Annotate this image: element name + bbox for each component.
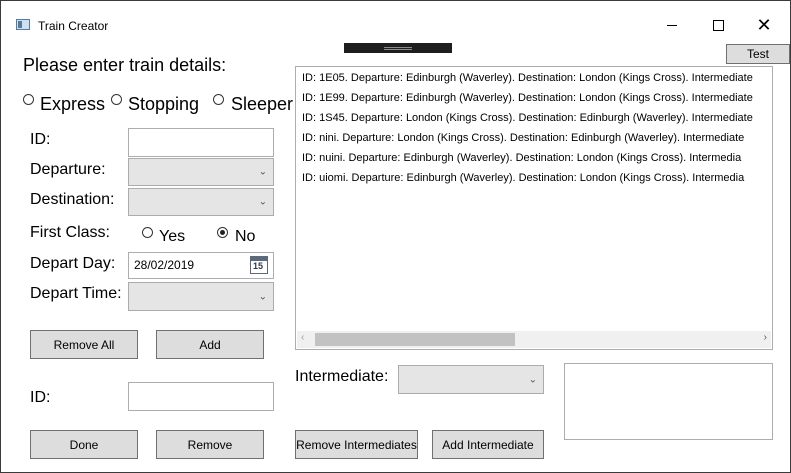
scrollbar-thumb[interactable]	[315, 333, 515, 346]
id-input[interactable]	[128, 128, 274, 157]
close-icon: ✕	[756, 14, 772, 35]
list-item[interactable]: ID: nuini. Departure: Edinburgh (Waverle…	[302, 152, 741, 164]
id-label: ID:	[30, 131, 51, 148]
depart-day-picker[interactable]: 28/02/2019 15	[128, 252, 274, 279]
first-class-yes-radio[interactable]	[142, 227, 153, 238]
first-class-label: First Class:	[30, 224, 110, 241]
done-button[interactable]: Done	[30, 430, 138, 459]
maximize-button[interactable]	[695, 11, 741, 39]
drag-handle[interactable]	[344, 43, 452, 53]
list-item[interactable]: ID: nini. Departure: London (Kings Cross…	[302, 132, 744, 144]
chevron-down-icon: ⌄	[258, 291, 267, 302]
intermediate-list[interactable]	[564, 363, 773, 440]
scroll-right-icon[interactable]: ›	[764, 332, 767, 343]
horizontal-scrollbar[interactable]: ‹ ›	[297, 331, 771, 348]
test-button[interactable]: Test	[726, 44, 790, 64]
chevron-down-icon: ⌄	[528, 374, 537, 385]
list-item[interactable]: ID: uiomi. Departure: Edinburgh (Waverle…	[302, 172, 744, 184]
scroll-left-icon[interactable]: ‹	[301, 332, 304, 343]
title-bar[interactable]: Train Creator ✕	[1, 1, 790, 35]
depart-day-label: Depart Day:	[30, 255, 116, 272]
window-icon	[16, 19, 30, 30]
destination-select[interactable]: ⌄	[128, 188, 274, 216]
intermediate-select[interactable]: ⌄	[398, 365, 544, 394]
destination-label: Destination:	[30, 191, 115, 208]
calendar-day-number: 15	[253, 261, 264, 271]
chevron-down-icon: ⌄	[258, 166, 267, 178]
remove-intermediates-button[interactable]: Remove Intermediates	[295, 430, 418, 459]
chevron-down-icon: ⌄	[258, 196, 267, 208]
remove-all-button[interactable]: Remove All	[30, 330, 138, 359]
stopping-label[interactable]: Stopping	[128, 94, 199, 115]
first-class-yes-label[interactable]: Yes	[159, 228, 185, 246]
minimize-button[interactable]	[649, 11, 695, 39]
bottom-id-input[interactable]	[128, 382, 274, 411]
stopping-radio[interactable]	[111, 94, 122, 105]
departure-select[interactable]: ⌄	[128, 158, 274, 186]
calendar-icon[interactable]: 15	[250, 256, 268, 274]
page-title: Please enter train details:	[23, 55, 227, 75]
add-intermediate-button[interactable]: Add Intermediate	[432, 430, 544, 459]
depart-time-label: Depart Time:	[30, 285, 122, 302]
depart-time-select[interactable]: ⌄	[128, 282, 274, 311]
list-item[interactable]: ID: 1S45. Departure: London (Kings Cross…	[302, 112, 753, 124]
window-title: Train Creator	[38, 19, 109, 33]
close-button[interactable]: ✕	[741, 11, 787, 39]
minimize-icon	[667, 24, 677, 26]
departure-label: Departure:	[30, 161, 106, 178]
train-list[interactable]: ID: 1E05. Departure: Edinburgh (Waverley…	[295, 66, 773, 350]
express-radio[interactable]	[23, 94, 34, 105]
maximize-icon	[712, 19, 724, 31]
first-class-no-radio[interactable]	[217, 227, 228, 238]
list-item[interactable]: ID: 1E99. Departure: Edinburgh (Waverley…	[302, 92, 753, 104]
depart-day-value[interactable]: 28/02/2019	[134, 258, 194, 272]
sleeper-radio[interactable]	[213, 94, 224, 105]
add-button[interactable]: Add	[156, 330, 264, 359]
list-item[interactable]: ID: 1E05. Departure: Edinburgh (Waverley…	[302, 72, 753, 84]
remove-button[interactable]: Remove	[156, 430, 264, 459]
train-creator-window: Train Creator ✕ Test Please enter train …	[0, 0, 791, 473]
bottom-id-label: ID:	[30, 389, 51, 406]
express-label[interactable]: Express	[40, 94, 105, 115]
intermediate-label: Intermediate:	[295, 368, 389, 385]
sleeper-label[interactable]: Sleeper	[231, 94, 293, 115]
first-class-no-label[interactable]: No	[235, 228, 255, 246]
